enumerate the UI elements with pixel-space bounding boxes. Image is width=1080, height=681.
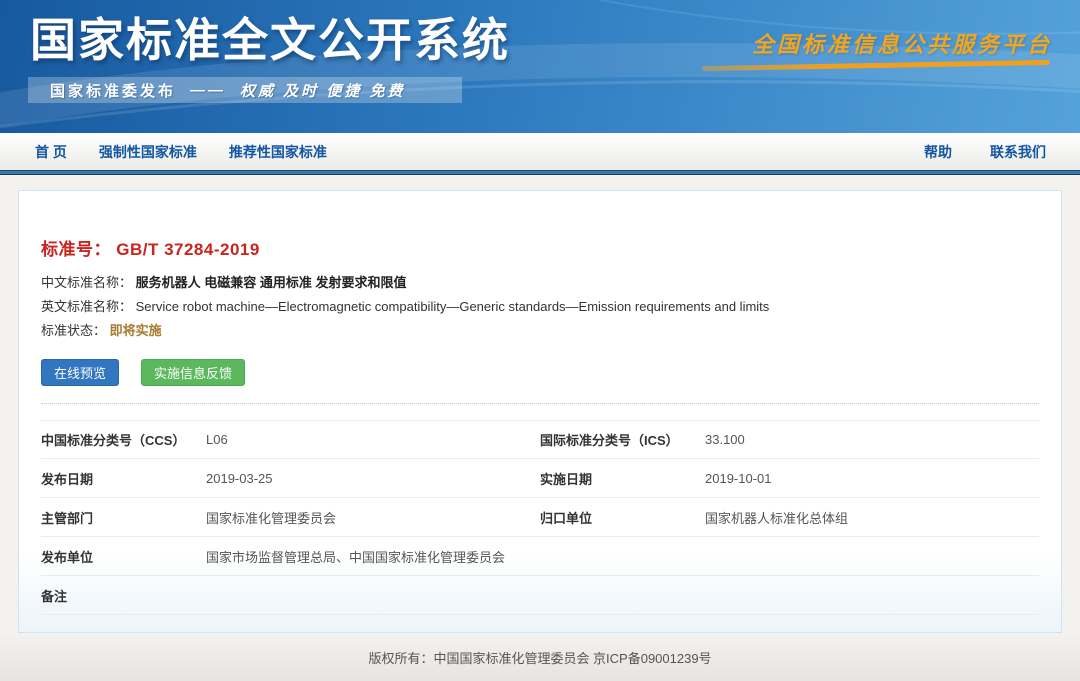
standard-number-heading: 标准号： GB/T 37284-2019 (41, 235, 1039, 255)
centralized-unit-label: 归口单位 (540, 508, 705, 527)
implement-date-value: 2019-10-01 (705, 471, 772, 486)
publishing-unit-value: 国家市场监督管理总局、中国国家标准化管理委员会 (206, 547, 505, 566)
ccs-label: 中国标准分类号（CCS） (41, 430, 206, 449)
cn-name-label: 中文标准名称： (41, 275, 132, 290)
main-nav: 首 页 强制性国家标准 推荐性国家标准 帮助 联系我们 (0, 133, 1080, 170)
status-row: 标准状态： 即将实施 (41, 319, 1039, 343)
table-cell: 发布日期 2019-03-25 (41, 469, 540, 488)
nav-bottom-stripe (0, 170, 1080, 175)
table-cell: 发布单位 国家市场监督管理总局、中国国家标准化管理委员会 (41, 547, 1039, 566)
copyright-text: 版权所有：中国国家标准化管理委员会 京ICP备09001239号 (368, 648, 711, 667)
nav-item-recommended-standards[interactable]: 推荐性国家标准 (229, 142, 327, 162)
cn-name-value: 服务机器人 电磁兼容 通用标准 发射要求和限值 (136, 275, 407, 290)
table-cell: 备注 (41, 586, 1039, 605)
page-footer: 版权所有：中国国家标准化管理委员会 京ICP备09001239号 (0, 633, 1080, 681)
ics-value: 33.100 (705, 432, 745, 447)
table-row: 中国标准分类号（CCS） L06 国际标准分类号（ICS） 33.100 (41, 420, 1039, 459)
table-row: 主管部门 国家标准化管理委员会 归口单位 国家机器人标准化总体组 (41, 498, 1039, 537)
table-cell: 国际标准分类号（ICS） 33.100 (540, 430, 1039, 449)
nav-item-help[interactable]: 帮助 (924, 142, 952, 162)
table-row: 发布单位 国家市场监督管理总局、中国国家标准化管理委员会 (41, 537, 1039, 576)
nav-left-group: 首 页 强制性国家标准 推荐性国家标准 (35, 142, 327, 162)
publish-date-label: 发布日期 (41, 469, 206, 488)
table-cell: 归口单位 国家机器人标准化总体组 (540, 508, 1039, 527)
slogan-motto: 权威 及时 便捷 免费 (240, 80, 406, 101)
site-header: 国家标准全文公开系统 国家标准委发布 —— 权威 及时 便捷 免费 全国标准信息… (0, 0, 1080, 133)
table-cell: 中国标准分类号（CCS） L06 (41, 430, 540, 449)
site-slogan: 国家标准委发布 —— 权威 及时 便捷 免费 (28, 77, 462, 103)
platform-link[interactable]: 全国标准信息公共服务平台 (752, 27, 1052, 59)
authority-label: 主管部门 (41, 508, 206, 527)
nav-item-contact[interactable]: 联系我们 (990, 142, 1046, 162)
publishing-unit-label: 发布单位 (41, 547, 206, 566)
cn-name-row: 中文标准名称： 服务机器人 电磁兼容 通用标准 发射要求和限值 (41, 271, 1039, 295)
standard-number-label: 标准号： (41, 240, 111, 259)
table-cell: 主管部门 国家标准化管理委员会 (41, 508, 540, 527)
centralized-unit-value: 国家机器人标准化总体组 (705, 508, 848, 527)
en-name-row: 英文标准名称： Service robot machine—Electromag… (41, 295, 1039, 319)
ccs-value: L06 (206, 432, 228, 447)
status-badge: 即将实施 (110, 323, 162, 338)
status-label: 标准状态： (41, 323, 106, 338)
slogan-dash: —— (190, 82, 226, 99)
implement-date-label: 实施日期 (540, 469, 705, 488)
standard-number-value: GB/T 37284-2019 (116, 240, 260, 259)
nav-right-group: 帮助 联系我们 (924, 142, 1050, 162)
site-title: 国家标准全文公开系统 (30, 4, 510, 70)
standard-detail-card: 标准号： GB/T 37284-2019 中文标准名称： 服务机器人 电磁兼容 … (18, 190, 1062, 633)
en-name-value: Service robot machine—Electromagnetic co… (136, 299, 770, 314)
table-row: 备注 (41, 576, 1039, 615)
publish-date-value: 2019-03-25 (206, 471, 273, 486)
remarks-label: 备注 (41, 586, 206, 605)
online-preview-button[interactable]: 在线预览 (41, 359, 119, 386)
standard-meta: 中文标准名称： 服务机器人 电磁兼容 通用标准 发射要求和限值 英文标准名称： … (41, 271, 1039, 343)
table-row: 发布日期 2019-03-25 实施日期 2019-10-01 (41, 459, 1039, 498)
authority-value: 国家标准化管理委员会 (206, 508, 336, 527)
nav-item-mandatory-standards[interactable]: 强制性国家标准 (99, 142, 197, 162)
nav-item-home[interactable]: 首 页 (35, 142, 67, 162)
implementation-feedback-button[interactable]: 实施信息反馈 (141, 359, 245, 386)
ics-label: 国际标准分类号（ICS） (540, 430, 705, 449)
action-buttons: 在线预览 实施信息反馈 (41, 359, 1039, 386)
dotted-divider (41, 403, 1039, 404)
slogan-publisher: 国家标准委发布 (50, 80, 176, 101)
standard-info-table: 中国标准分类号（CCS） L06 国际标准分类号（ICS） 33.100 发布日… (41, 420, 1039, 615)
table-cell: 实施日期 2019-10-01 (540, 469, 1039, 488)
en-name-label: 英文标准名称： (41, 299, 132, 314)
